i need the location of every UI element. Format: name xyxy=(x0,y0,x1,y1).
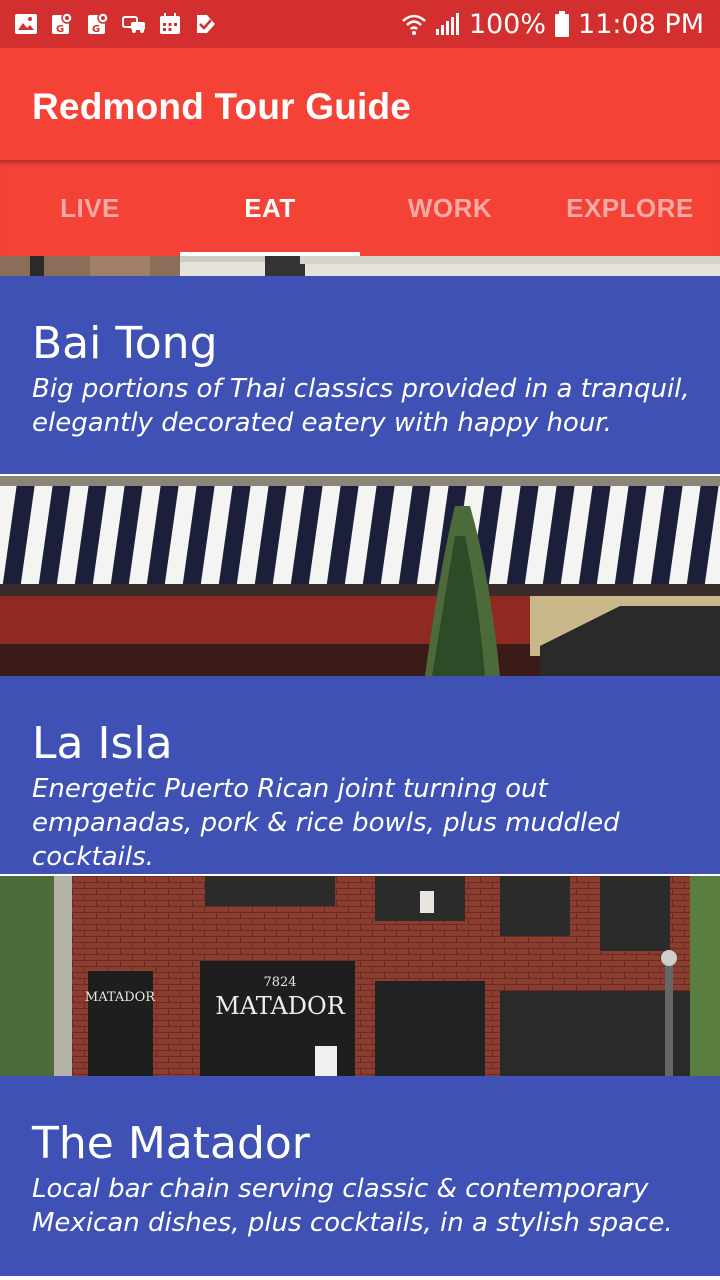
status-bar: G G 100% 11:08 PM xyxy=(0,0,720,48)
svg-text:G: G xyxy=(56,24,64,35)
app-bar: Redmond Tour Guide xyxy=(0,48,720,160)
tasks-icon xyxy=(197,15,215,33)
place-photo-bai-tong xyxy=(0,256,720,276)
place-name: La Isla xyxy=(32,718,173,769)
place-card-bai-tong[interactable]: Bai Tong Big portions of Thai classics p… xyxy=(0,276,720,476)
tab-live[interactable]: LIVE xyxy=(0,160,180,256)
matador-sign-left: MATADOR xyxy=(85,990,156,1005)
clock: 11:08 PM xyxy=(578,8,704,40)
maps-notification-icon: G xyxy=(88,12,109,35)
places-list[interactable]: Bai Tong Big portions of Thai classics p… xyxy=(0,256,720,1280)
signal-icon xyxy=(435,13,459,35)
tab-eat[interactable]: EAT xyxy=(180,160,360,256)
wifi-icon xyxy=(401,14,426,35)
place-card-matador[interactable]: The Matador Local bar chain serving clas… xyxy=(0,1076,720,1276)
place-name: The Matador xyxy=(32,1118,310,1169)
matador-sign-number: 7824 xyxy=(263,975,296,990)
svg-text:G: G xyxy=(92,24,100,35)
matador-sign-main: MATADOR xyxy=(215,992,346,1020)
calendar-icon xyxy=(160,13,180,34)
car-icon xyxy=(122,16,145,33)
tab-work[interactable]: WORK xyxy=(360,160,540,256)
battery-icon xyxy=(555,11,570,37)
place-description: Big portions of Thai classics provided i… xyxy=(32,374,690,438)
place-card-la-isla[interactable]: La Isla Energetic Puerto Rican joint tur… xyxy=(0,676,720,876)
battery-percent: 100% xyxy=(468,8,547,40)
place-photo-matador: 7824 MATADOR MATADOR xyxy=(0,876,720,1076)
place-photo-la-isla xyxy=(0,476,720,676)
tab-explore[interactable]: EXPLORE xyxy=(540,160,720,256)
place-description: Energetic Puerto Rican joint turning out… xyxy=(32,774,620,872)
gallery-icon xyxy=(15,14,37,34)
tab-bar: LIVE EAT WORK EXPLORE xyxy=(0,160,720,256)
place-description: Local bar chain serving classic & contem… xyxy=(32,1174,673,1238)
app-title: Redmond Tour Guide xyxy=(32,86,412,127)
maps-notification-icon: G xyxy=(52,12,73,35)
place-name: Bai Tong xyxy=(32,318,218,369)
